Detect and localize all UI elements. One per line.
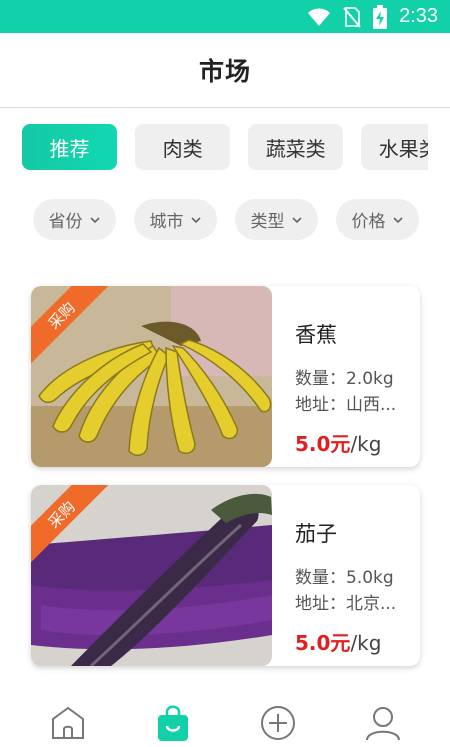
product-image-eggplant: 采购 [31,485,272,666]
product-name: 香蕉 [295,323,337,347]
status-time: 2:33 [399,5,438,27]
category-tabs: 推荐 肉类 蔬菜类 水果类 [22,124,428,170]
product-card[interactable]: 采购 香蕉 数量：2.0kg 地址：山西... 5.0元/kg [31,286,420,467]
tab-vegetables[interactable]: 蔬菜类 [248,124,344,170]
filter-city-label: 城市 [149,212,184,232]
product-info: 茄子 数量：5.0kg 地址：北京... 5.0元/kg [295,485,415,666]
header: 市场 [0,33,450,108]
wifi-icon [308,8,331,26]
product-quantity: 数量：5.0kg [295,568,394,588]
nav-home[interactable] [48,703,88,743]
nav-publish[interactable] [258,703,298,743]
filter-city[interactable]: 城市 [134,199,217,240]
bottom-nav [0,695,450,747]
product-name: 茄子 [295,522,337,546]
product-price: 5.0元/kg [295,627,381,656]
product-quantity: 数量：2.0kg [295,369,394,389]
no-sim-icon [343,6,361,28]
product-address: 地址：北京... [295,594,397,614]
filter-province[interactable]: 省份 [33,199,116,240]
product-price-value: 5.0元 [295,631,351,655]
chevron-down-icon [190,216,201,223]
home-icon [52,706,84,739]
chevron-down-icon [291,216,302,223]
battery-charging-icon [373,4,388,29]
product-address: 地址：山西... [295,395,397,415]
status-icons: 2:33 [307,0,438,33]
tab-fruits[interactable]: 水果类 [361,124,428,170]
product-price-value: 5.0元 [295,432,351,456]
profile-icon [366,707,400,741]
nav-profile[interactable] [363,703,403,743]
product-info: 香蕉 数量：2.0kg 地址：山西... 5.0元/kg [295,286,415,467]
product-image-banana: 采购 [31,286,272,467]
product-card[interactable]: 采购 茄子 数量：5.0kg 地址：北京... 5.0元/kg [31,485,420,666]
add-circle-icon [261,706,295,740]
filter-type-label: 类型 [250,212,285,232]
product-price: 5.0元/kg [295,428,381,457]
chevron-down-icon [392,216,403,223]
filter-province-label: 省份 [48,212,83,232]
product-price-unit: /kg [350,631,382,655]
filter-bar: 省份 城市 类型 价格 [33,199,419,241]
tab-recommended[interactable]: 推荐 [22,124,117,170]
filter-price-label: 价格 [351,212,386,232]
filter-type[interactable]: 类型 [235,199,318,240]
product-price-unit: /kg [350,432,382,456]
nav-market[interactable] [153,703,193,743]
page-title: 市场 [198,57,251,86]
tab-meat[interactable]: 肉类 [135,124,231,170]
shopping-bag-icon [158,705,188,741]
chevron-down-icon [89,216,100,223]
status-bar: 2:33 [0,0,450,33]
filter-price[interactable]: 价格 [336,199,419,240]
